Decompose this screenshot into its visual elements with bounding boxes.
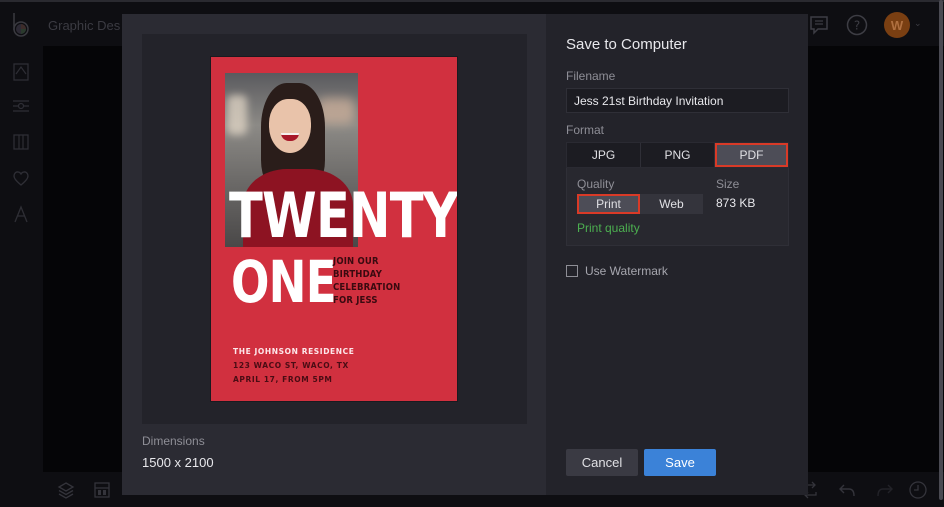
- undo-icon[interactable]: [838, 480, 858, 500]
- invite-line: JOIN OUR: [333, 256, 379, 267]
- format-pdf-button[interactable]: PDF: [715, 143, 788, 167]
- app-window: Graphic Des ? W ⌄ TWENTY ONE JOIN OUR BI…: [0, 0, 944, 507]
- template-icon[interactable]: [11, 62, 31, 82]
- quality-note: Print quality: [577, 221, 640, 235]
- layers-icon[interactable]: [56, 480, 76, 500]
- history-icon[interactable]: [908, 480, 928, 500]
- filename-input[interactable]: [566, 88, 789, 113]
- dimensions-value: 1500 x 2100: [142, 455, 214, 470]
- preview-pane: TWENTY ONE JOIN OUR BIRTHDAY CELEBRATION…: [122, 14, 546, 495]
- format-png-button[interactable]: PNG: [641, 143, 715, 167]
- dialog-title: Save to Computer: [566, 36, 687, 53]
- svg-text:?: ?: [854, 19, 860, 33]
- quality-web-button[interactable]: Web: [640, 194, 703, 214]
- poster-headline-2: ONE: [231, 248, 337, 316]
- help-icon[interactable]: ?: [846, 14, 868, 36]
- filename-label: Filename: [566, 69, 616, 83]
- poster-invite-text: JOIN OUR BIRTHDAY CELEBRATION FOR JESS: [333, 255, 400, 307]
- quality-panel: Quality Print Web Print quality Size 873…: [566, 168, 789, 246]
- poster-preview: TWENTY ONE JOIN OUR BIRTHDAY CELEBRATION…: [211, 57, 457, 401]
- format-label: Format: [566, 123, 605, 137]
- size-label: Size: [716, 177, 740, 191]
- preview-box: TWENTY ONE JOIN OUR BIRTHDAY CELEBRATION…: [142, 34, 527, 424]
- watermark-checkbox[interactable]: [566, 265, 578, 277]
- save-button[interactable]: Save: [644, 449, 716, 476]
- cancel-button[interactable]: Cancel: [566, 449, 638, 476]
- layout-icon[interactable]: [92, 480, 112, 500]
- user-avatar[interactable]: W: [884, 12, 910, 38]
- poster-venue: THE JOHNSON RESIDENCE: [233, 347, 355, 356]
- app-logo-icon[interactable]: [10, 12, 32, 38]
- watermark-label: Use Watermark: [585, 264, 668, 278]
- poster-headline-1: TWENTY: [229, 179, 457, 252]
- left-sidebar: [0, 46, 43, 472]
- watermark-option[interactable]: Use Watermark: [566, 264, 668, 278]
- save-form: Save to Computer Filename Format JPG PNG…: [546, 14, 808, 495]
- chevron-down-icon[interactable]: ⌄: [914, 18, 922, 29]
- poster-date: APRIL 17, FROM 5PM: [233, 375, 333, 384]
- favorite-icon[interactable]: [11, 168, 31, 188]
- app-title: Graphic Des: [48, 18, 121, 33]
- poster-address: 123 WACO ST, WACO, TX: [233, 361, 349, 370]
- invite-line: FOR JESS: [333, 295, 378, 306]
- invite-line: CELEBRATION: [333, 282, 401, 293]
- quality-selector: Print Web: [577, 194, 703, 214]
- text-icon[interactable]: [11, 204, 31, 224]
- chat-icon[interactable]: [808, 14, 830, 36]
- format-jpg-button[interactable]: JPG: [567, 143, 641, 167]
- size-value: 873 KB: [716, 196, 756, 210]
- avatar-initial: W: [890, 17, 904, 33]
- dimensions-label: Dimensions: [142, 434, 205, 448]
- quality-label: Quality: [577, 177, 615, 191]
- adjust-icon[interactable]: [11, 96, 31, 116]
- quality-print-button[interactable]: Print: [577, 194, 640, 214]
- vertical-scrollbar[interactable]: [939, 0, 943, 500]
- invite-line: BIRTHDAY: [333, 269, 383, 280]
- redo-icon[interactable]: [874, 480, 894, 500]
- save-dialog: TWENTY ONE JOIN OUR BIRTHDAY CELEBRATION…: [122, 14, 808, 495]
- columns-icon[interactable]: [11, 132, 31, 152]
- format-selector: JPG PNG PDF: [566, 142, 789, 168]
